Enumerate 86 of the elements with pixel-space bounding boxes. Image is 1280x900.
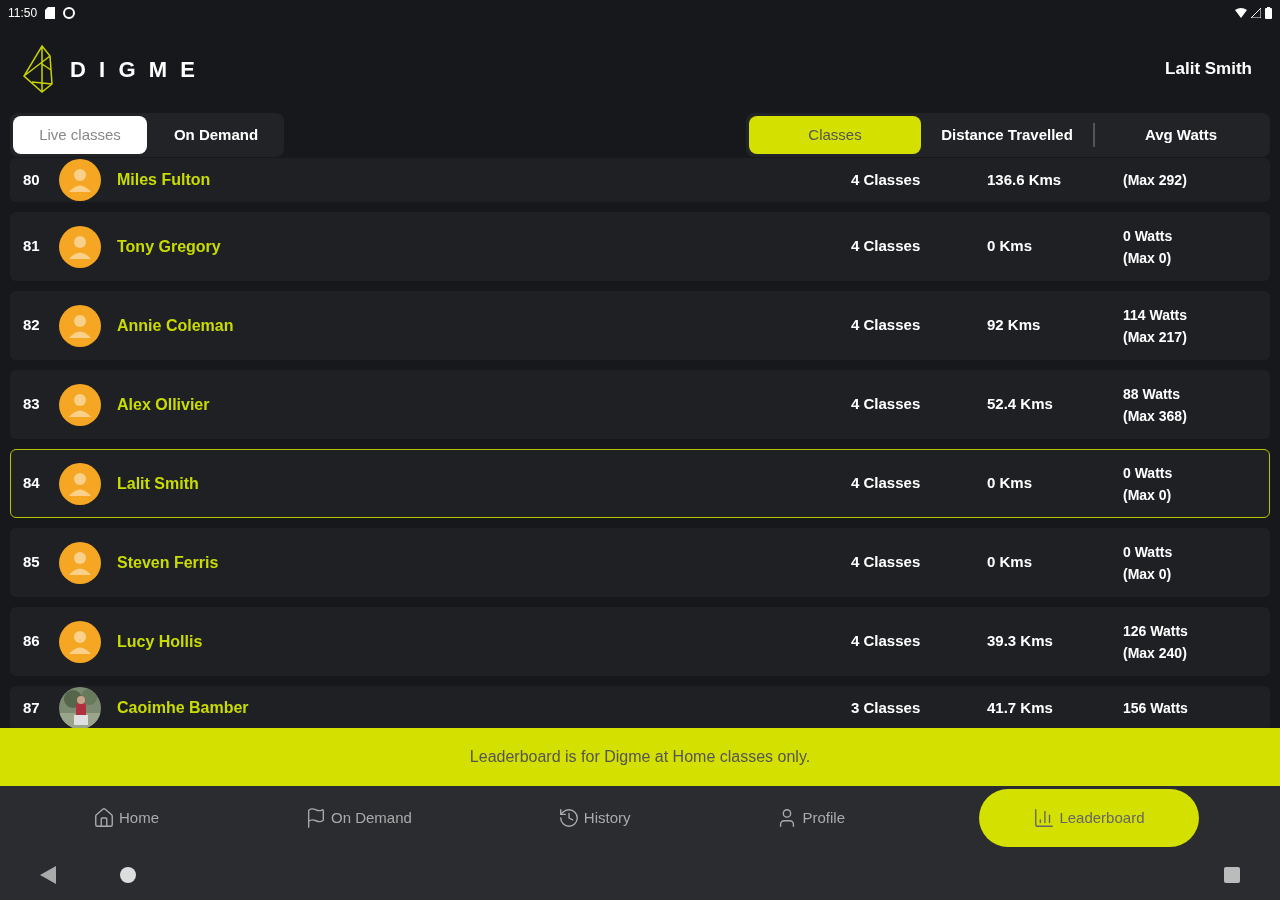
athlete-name: Lucy Hollis bbox=[117, 631, 204, 652]
logo-icon bbox=[22, 44, 54, 94]
athlete-name: Steven Ferris bbox=[117, 552, 220, 573]
classes-count: 4 Classes bbox=[851, 473, 922, 494]
avatar-icon bbox=[59, 541, 101, 584]
status-time: 11:50 bbox=[8, 5, 38, 22]
home-icon bbox=[93, 807, 115, 829]
rank: 87 bbox=[23, 697, 41, 718]
watts-value: (Max 217) bbox=[1123, 327, 1188, 347]
athlete-name: Miles Fulton bbox=[117, 170, 212, 190]
metric-tab[interactable]: Avg Watts bbox=[1095, 116, 1267, 154]
rank: 82 bbox=[23, 315, 41, 336]
watts-value: (Max 368) bbox=[1123, 406, 1188, 426]
avatar-icon bbox=[59, 620, 101, 663]
watts-value: (Max 0) bbox=[1123, 564, 1173, 584]
user-name: Lalit Smith bbox=[1165, 58, 1252, 81]
mode-tab[interactable]: On Demand bbox=[151, 116, 281, 154]
wifi-icon bbox=[1235, 8, 1247, 18]
distance: 41.7 Kms bbox=[987, 697, 1054, 718]
athlete-name: Caoimhe Bamber bbox=[117, 698, 250, 718]
distance: 52.4 Kms bbox=[987, 394, 1054, 415]
nav-tab[interactable]: Leaderboard bbox=[978, 789, 1199, 847]
rank: 85 bbox=[23, 552, 41, 573]
avatar-icon bbox=[59, 304, 101, 347]
classes-count: 4 Classes bbox=[851, 236, 922, 257]
rank: 84 bbox=[23, 473, 41, 494]
rank: 86 bbox=[23, 631, 41, 652]
nav-tab[interactable]: Home bbox=[81, 798, 171, 838]
avatar-icon bbox=[59, 159, 101, 201]
bar-chart-icon bbox=[1033, 807, 1056, 829]
mode-tab[interactable]: Live classes bbox=[13, 116, 147, 154]
watts-value: (Max 0) bbox=[1123, 248, 1173, 268]
distance: 0 Kms bbox=[987, 473, 1034, 494]
back-icon[interactable] bbox=[40, 866, 56, 884]
watts-value: 114 Watts bbox=[1123, 305, 1189, 325]
leaderboard-row[interactable]: 86 Lucy Hollis 4 Classes 39.3 Kms 126 Watts (Max 240) bbox=[10, 607, 1270, 676]
distance: 0 Kms bbox=[987, 236, 1034, 257]
rank: 83 bbox=[23, 394, 41, 415]
distance: 92 Kms bbox=[987, 315, 1042, 336]
avatar-icon bbox=[59, 383, 101, 426]
classes-count: 3 Classes bbox=[851, 697, 922, 718]
rank: 81 bbox=[23, 236, 41, 257]
home-button-icon[interactable] bbox=[120, 867, 136, 883]
rank: 80 bbox=[23, 169, 41, 190]
distance: 0 Kms bbox=[987, 552, 1034, 573]
classes-count: 4 Classes bbox=[851, 169, 922, 190]
sd-card-icon bbox=[45, 7, 56, 19]
classes-count: 4 Classes bbox=[851, 552, 922, 573]
nav-tab[interactable]: Profile bbox=[764, 798, 857, 838]
leaderboard-row[interactable]: 82 Annie Coleman 4 Classes 92 Kms 114 Watts (Max 217) bbox=[10, 291, 1270, 360]
watts-value: 0 Watts bbox=[1123, 542, 1174, 562]
athlete-name: Lalit Smith bbox=[117, 473, 200, 494]
leaderboard-row[interactable]: 85 Steven Ferris 4 Classes 0 Kms 0 Watts (Max 0) bbox=[10, 528, 1270, 597]
avatar-icon bbox=[59, 462, 101, 505]
leaderboard-row[interactable]: 81 Tony Gregory 4 Classes 0 Kms 0 Watts (Max 0) bbox=[10, 212, 1270, 281]
watts-value: (Max 292) bbox=[1123, 171, 1188, 190]
classes-count: 4 Classes bbox=[851, 315, 922, 336]
battery-icon bbox=[1265, 7, 1272, 19]
watts-value: 126 Watts bbox=[1123, 621, 1189, 641]
history-icon bbox=[557, 807, 580, 829]
leaderboard-row[interactable]: 84 Lalit Smith 4 Classes 0 Kms 0 Watts (Max 0) bbox=[10, 449, 1270, 518]
watts-value: 0 Watts bbox=[1123, 226, 1174, 246]
watts-value: (Max 0) bbox=[1123, 485, 1173, 505]
watts-value: 0 Watts bbox=[1123, 463, 1174, 483]
leaderboard-row[interactable]: 83 Alex Ollivier 4 Classes 52.4 Kms 88 Watts (Max 368) bbox=[10, 370, 1270, 439]
athlete-name: Tony Gregory bbox=[117, 236, 222, 257]
distance: 39.3 Kms bbox=[987, 631, 1054, 652]
watts-value: (Max 240) bbox=[1123, 643, 1188, 663]
watts-value: 156 Watts bbox=[1123, 699, 1189, 718]
distance: 136.6 Kms bbox=[987, 169, 1063, 190]
athlete-name: Annie Coleman bbox=[117, 315, 235, 336]
athlete-name: Alex Ollivier bbox=[117, 394, 211, 415]
nav-tab[interactable]: History bbox=[545, 798, 643, 838]
metric-tab[interactable]: Distance Travelled bbox=[921, 116, 1093, 154]
nav-tab[interactable]: On Demand bbox=[292, 798, 424, 838]
leaderboard-row[interactable]: 87 Caoimhe Bamber 3 Classes 41.7 Kms 156 Watts bbox=[10, 686, 1270, 728]
watts-value: 88 Watts bbox=[1123, 384, 1182, 404]
avatar-icon bbox=[59, 225, 101, 268]
classes-count: 4 Classes bbox=[851, 394, 922, 415]
signal-icon bbox=[1251, 8, 1261, 18]
leaderboard-row[interactable]: 80 Miles Fulton 4 Classes 136.6 Kms (Max 292) bbox=[10, 158, 1270, 202]
brand-name: DIGME bbox=[70, 55, 209, 84]
metric-tab[interactable]: Classes bbox=[749, 116, 921, 154]
classes-count: 4 Classes bbox=[851, 631, 922, 652]
info-banner: Leaderboard is for Digme at Home classes only. bbox=[0, 728, 1280, 786]
notification-icon bbox=[63, 7, 76, 19]
